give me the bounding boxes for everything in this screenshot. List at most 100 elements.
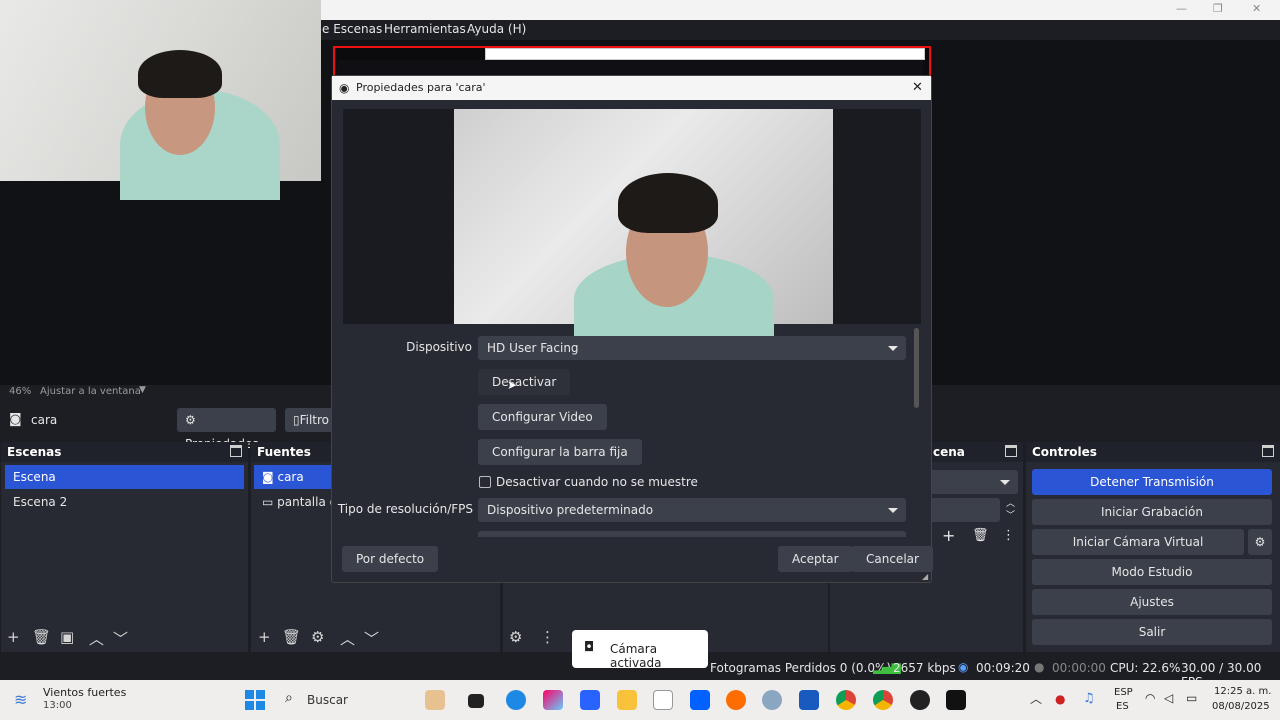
trash-icon[interactable]: 🗑 (32, 628, 51, 646)
store-icon[interactable] (580, 690, 600, 710)
add-icon[interactable]: + (7, 628, 20, 646)
exit-button[interactable]: Salir (1032, 619, 1272, 645)
display-icon: ▭ (262, 495, 274, 509)
cancel-button[interactable]: Cancelar (852, 546, 933, 572)
search-icon[interactable]: ⌕ (285, 690, 293, 706)
search-box[interactable]: Buscar (307, 693, 348, 707)
chevron-down-icon (888, 508, 898, 513)
move-down-icon[interactable]: ﹀ (113, 628, 128, 649)
chrome-icon[interactable] (836, 690, 856, 710)
filters-button[interactable]: ▯Filtro (285, 408, 333, 432)
close-icon[interactable]: ✕ (912, 76, 923, 100)
obs-icon[interactable] (910, 690, 930, 710)
configure-crossbar-button[interactable]: Configurar la barra fija (478, 439, 642, 465)
device-select[interactable]: HD User Facing (478, 336, 906, 360)
move-up-icon[interactable]: ︿ (340, 628, 355, 649)
tray-app-icon[interactable]: ● (1055, 692, 1065, 706)
trash-icon[interactable]: 🗑 (282, 628, 301, 646)
windows-start-icon[interactable] (245, 690, 265, 710)
toast-text: Cámara activada (610, 642, 662, 670)
add-icon[interactable]: + (942, 526, 955, 545)
properties-button[interactable]: ⚙ Propiedades (177, 408, 276, 451)
bitrate: 2657 kbps (893, 661, 956, 675)
studio-mode-button[interactable]: Modo Estudio (1032, 559, 1272, 585)
volume-icon[interactable]: ◁ (1164, 691, 1173, 705)
tray-chevron-icon[interactable]: ︿ (1030, 690, 1042, 707)
gear-icon[interactable]: ⚙ (311, 628, 324, 646)
file-explorer-icon[interactable] (617, 690, 637, 710)
deactivate-hidden-label: Desactivar cuando no se muestre (496, 475, 698, 489)
add-icon[interactable]: + (258, 628, 271, 646)
deactivate-hidden-checkbox[interactable] (479, 476, 491, 488)
language-code[interactable]: ESP (1114, 687, 1133, 698)
gear-icon: ⚙ (185, 413, 196, 427)
chrome-profile-icon[interactable] (873, 690, 893, 710)
trash-icon[interactable]: 🗑 (972, 528, 989, 543)
undock-icon[interactable] (230, 445, 242, 457)
accept-button[interactable]: Aceptar (778, 546, 853, 572)
microphone-icon[interactable]: ♫ (1083, 691, 1095, 706)
keyboard-code: ES (1116, 701, 1129, 712)
clock-time[interactable]: 12:25 a. m. (1214, 686, 1271, 697)
scene-item[interactable]: Escena 2 (5, 490, 244, 514)
selected-source-name: cara (31, 413, 58, 427)
network-app-icon[interactable] (762, 690, 782, 710)
transition-duration[interactable] (930, 498, 1000, 522)
scenes-header: Escenas (1, 442, 248, 462)
wifi-icon[interactable]: ◠ (1145, 691, 1155, 705)
live-icon: ◉ (958, 660, 969, 674)
defaults-button[interactable]: Por defecto (342, 546, 439, 572)
minimize-icon[interactable]: — (1176, 2, 1187, 15)
start-recording-button[interactable]: Iniciar Grabación (1032, 499, 1272, 525)
chevron-down-icon[interactable]: ▼ (139, 385, 146, 395)
wind-icon: ≋ (14, 690, 28, 709)
scene-item[interactable]: Escena (5, 465, 244, 489)
undock-icon[interactable] (1262, 445, 1274, 457)
menu-herramientas[interactable]: Herramientas (384, 22, 466, 36)
maximize-icon[interactable]: ❐ (1213, 2, 1223, 15)
edge-icon[interactable] (506, 690, 526, 710)
battery-icon[interactable]: ▭ (1186, 691, 1197, 705)
deactivate-button[interactable]: Desactivar (478, 369, 571, 395)
gear-icon[interactable]: ⚙ (1248, 529, 1272, 555)
task-view-icon[interactable] (468, 694, 484, 708)
controls-header: Controles (1026, 442, 1280, 462)
scenes-title: Escenas (7, 445, 62, 459)
resize-grip-icon[interactable]: ◢ (922, 572, 928, 581)
resolution-select[interactable]: Dispositivo predeterminado (478, 498, 906, 522)
dropped-frames: Fotogramas Perdidos 0 (0.0%) (710, 661, 892, 675)
app-icon[interactable] (946, 690, 966, 710)
amazon-icon[interactable] (653, 690, 673, 710)
transition-select[interactable] (930, 470, 1018, 494)
configure-video-button[interactable]: Configurar Video (478, 404, 607, 430)
move-up-icon[interactable]: ︿ (89, 628, 104, 649)
firefox-icon[interactable] (726, 690, 746, 710)
stop-stream-button[interactable]: Detener Transmisión (1032, 469, 1272, 495)
gear-icon[interactable]: ⚙ (509, 628, 522, 646)
cat-app-icon[interactable] (425, 690, 445, 710)
settings-button[interactable]: Ajustes (1032, 589, 1272, 615)
spin-down-icon[interactable]: ﹀ (1006, 508, 1015, 521)
camera-toast: ◘ Cámara activada (572, 630, 708, 670)
camera-icon: ◙ (262, 470, 274, 484)
more-icon[interactable]: ⋮ (1002, 528, 1015, 543)
filter-icon[interactable]: ▣ (60, 628, 74, 646)
word-icon[interactable] (799, 690, 819, 710)
device-label: Dispositivo (406, 340, 472, 354)
resolution-label: Tipo de resolución/FPS (337, 502, 473, 516)
weather-time: 13:00 (43, 700, 72, 711)
fit-to-window[interactable]: Ajustar a la ventana (40, 386, 141, 397)
move-down-icon[interactable]: ﹀ (364, 628, 379, 649)
weather-title[interactable]: Vientos fuertes (43, 686, 126, 699)
resolution-value: Dispositivo predeterminado (487, 503, 654, 517)
dialog-source-preview (343, 109, 921, 344)
menu-escenas[interactable]: e Escenas (322, 22, 382, 36)
more-icon[interactable]: ⋮ (540, 628, 555, 646)
copilot-icon[interactable] (543, 690, 563, 710)
close-window-icon[interactable]: ✕ (1252, 2, 1261, 15)
scrollbar-thumb[interactable] (914, 328, 919, 408)
dropbox-icon[interactable] (690, 690, 710, 710)
virtual-camera-button[interactable]: Iniciar Cámara Virtual (1032, 529, 1244, 555)
menu-ayuda[interactable]: Ayuda (H) (467, 22, 526, 36)
undock-icon[interactable] (1005, 445, 1017, 457)
